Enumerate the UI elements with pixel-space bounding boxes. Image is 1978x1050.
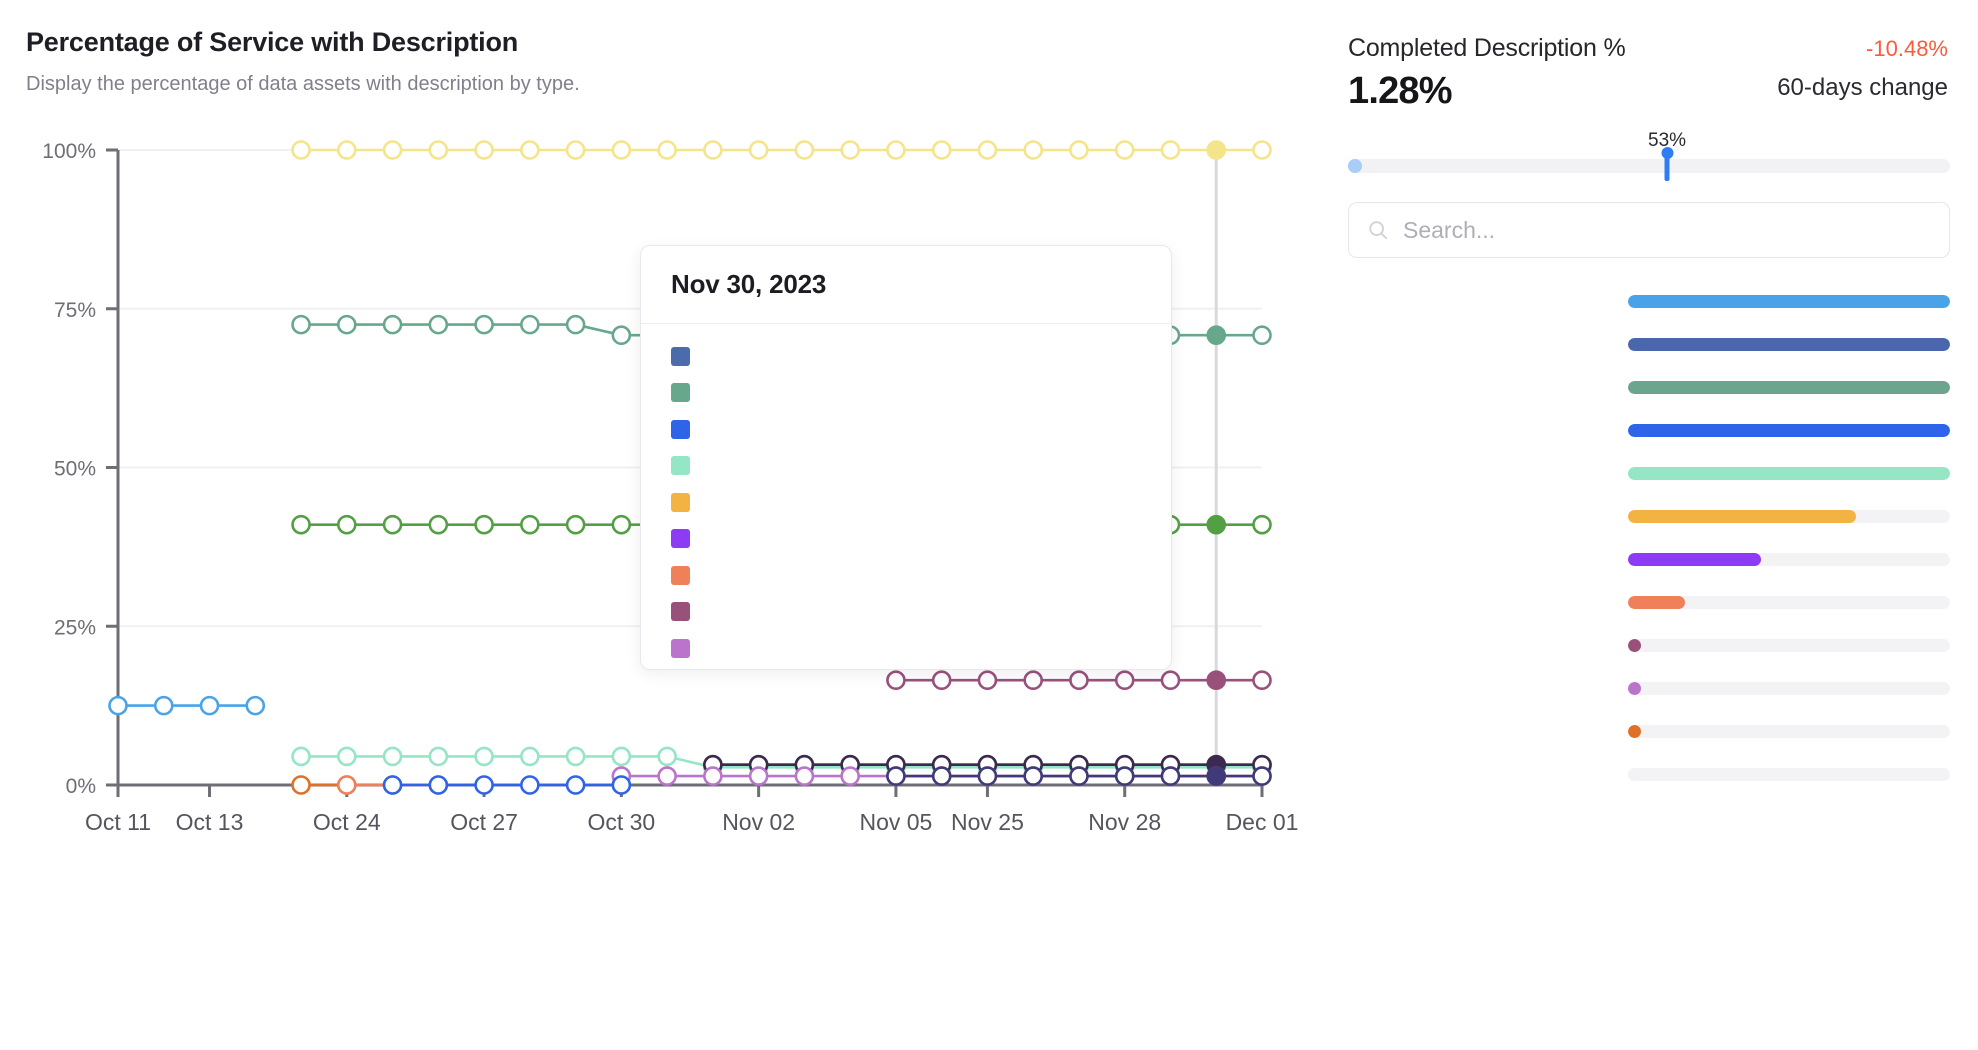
service-bar-fill bbox=[1628, 424, 1950, 437]
svg-text:75%: 75% bbox=[54, 299, 96, 322]
tooltip-series-list bbox=[641, 324, 1171, 670]
svg-text:Nov 02: Nov 02 bbox=[722, 809, 795, 835]
svg-text:Dec 01: Dec 01 bbox=[1226, 809, 1299, 835]
service-bar-fill bbox=[1628, 553, 1761, 566]
series-color-swatch bbox=[671, 639, 690, 658]
service-bar-track bbox=[1628, 467, 1950, 480]
svg-text:100%: 100% bbox=[42, 140, 96, 163]
svg-text:Oct 27: Oct 27 bbox=[450, 809, 518, 835]
dashboard-root: Percentage of Service with Description D… bbox=[0, 0, 1978, 1050]
delta-label: 60-days change bbox=[1777, 74, 1948, 102]
service-bar-row[interactable] bbox=[1348, 710, 1950, 753]
service-bar-row[interactable] bbox=[1348, 753, 1950, 796]
service-bar-row[interactable] bbox=[1348, 667, 1950, 710]
service-bar-track bbox=[1628, 725, 1950, 738]
service-bar-fill bbox=[1628, 381, 1950, 394]
tooltip-row bbox=[671, 484, 1141, 521]
service-bar-row[interactable] bbox=[1348, 624, 1950, 667]
service-bar-fill bbox=[1628, 467, 1950, 480]
service-bar-track bbox=[1628, 510, 1950, 523]
tooltip-row bbox=[671, 521, 1141, 558]
page-title: Percentage of Service with Description bbox=[26, 27, 518, 58]
chart-panel: Percentage of Service with Description D… bbox=[0, 0, 1320, 1050]
service-bar-fill bbox=[1628, 338, 1950, 351]
tooltip-row bbox=[671, 448, 1141, 485]
service-bar-fill bbox=[1628, 725, 1641, 738]
completed-description-panel: Completed Description % -10.48% 1.28% 60… bbox=[1320, 0, 1978, 1050]
svg-text:Oct 13: Oct 13 bbox=[176, 809, 244, 835]
service-bar-row[interactable] bbox=[1348, 280, 1950, 323]
service-bar-track bbox=[1628, 596, 1950, 609]
service-bar-fill bbox=[1628, 596, 1685, 609]
delta-badge: -10.48% bbox=[1866, 36, 1948, 62]
tooltip-row bbox=[671, 630, 1141, 667]
service-bar-list bbox=[1348, 280, 1950, 796]
svg-text:0%: 0% bbox=[66, 775, 96, 798]
service-bar-row[interactable] bbox=[1348, 366, 1950, 409]
panel-header: Completed Description % -10.48% 1.28% 60… bbox=[1348, 22, 1950, 100]
series-color-swatch bbox=[671, 420, 690, 439]
service-bar-row[interactable] bbox=[1348, 581, 1950, 624]
service-bar-fill bbox=[1628, 510, 1856, 523]
svg-text:Nov 05: Nov 05 bbox=[859, 809, 932, 835]
service-bar-row[interactable] bbox=[1348, 452, 1950, 495]
service-bar-row[interactable] bbox=[1348, 495, 1950, 538]
svg-text:25%: 25% bbox=[54, 616, 96, 639]
service-bar-fill bbox=[1628, 639, 1641, 652]
svg-text:Nov 28: Nov 28 bbox=[1088, 809, 1161, 835]
panel-title: Completed Description % bbox=[1348, 34, 1625, 63]
series-color-swatch bbox=[671, 602, 690, 621]
svg-text:Oct 30: Oct 30 bbox=[587, 809, 655, 835]
service-bar-fill bbox=[1628, 682, 1641, 695]
series-color-swatch bbox=[671, 456, 690, 475]
search-icon bbox=[1367, 219, 1389, 241]
service-bar-row[interactable] bbox=[1348, 409, 1950, 452]
tooltip-date: Nov 30, 2023 bbox=[641, 246, 1171, 324]
search-box[interactable] bbox=[1348, 202, 1950, 258]
page-subtitle: Display the percentage of data assets wi… bbox=[26, 73, 580, 96]
progress-slider[interactable]: 53% bbox=[1348, 130, 1950, 182]
service-bar-track bbox=[1628, 682, 1950, 695]
slider-track[interactable] bbox=[1348, 159, 1950, 173]
slider-fill bbox=[1348, 159, 1362, 173]
slider-marker-pin[interactable] bbox=[1665, 151, 1670, 181]
tooltip-row bbox=[671, 375, 1141, 412]
series-color-swatch bbox=[671, 529, 690, 548]
svg-text:Oct 11: Oct 11 bbox=[85, 809, 151, 835]
series-color-swatch bbox=[671, 493, 690, 512]
service-bar-row[interactable] bbox=[1348, 538, 1950, 581]
tooltip-row bbox=[671, 338, 1141, 375]
series-color-swatch bbox=[671, 347, 690, 366]
tooltip-row bbox=[671, 667, 1141, 671]
series-color-swatch bbox=[671, 383, 690, 402]
service-bar-track bbox=[1628, 553, 1950, 566]
service-bar-row[interactable] bbox=[1348, 323, 1950, 366]
service-bar-track bbox=[1628, 639, 1950, 652]
tooltip-row bbox=[671, 411, 1141, 448]
service-bar-track bbox=[1628, 381, 1950, 394]
series-color-swatch bbox=[671, 566, 690, 585]
search-input[interactable] bbox=[1403, 217, 1931, 244]
svg-text:Nov 25: Nov 25 bbox=[951, 809, 1024, 835]
panel-value: 1.28% bbox=[1348, 70, 1452, 113]
service-bar-track bbox=[1628, 338, 1950, 351]
svg-text:50%: 50% bbox=[54, 458, 96, 481]
service-bar-track bbox=[1628, 768, 1950, 781]
service-bar-fill bbox=[1628, 295, 1950, 308]
service-bar-track bbox=[1628, 424, 1950, 437]
tooltip-row bbox=[671, 594, 1141, 631]
svg-text:Oct 24: Oct 24 bbox=[313, 809, 381, 835]
chart-tooltip: Nov 30, 2023 bbox=[640, 245, 1172, 670]
tooltip-row bbox=[671, 557, 1141, 594]
service-bar-track bbox=[1628, 295, 1950, 308]
